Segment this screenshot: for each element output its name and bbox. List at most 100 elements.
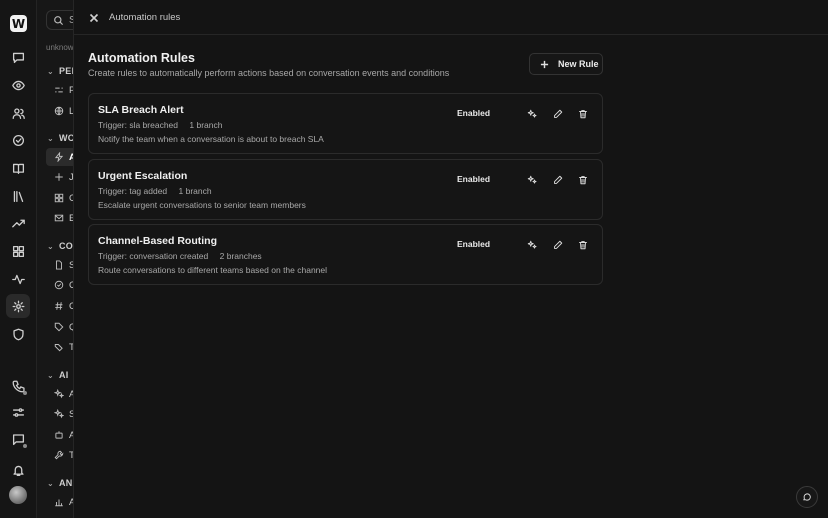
rule-card[interactable]: SLA Breach Alert Trigger: sla breached 1… <box>88 93 603 154</box>
message-square-icon[interactable] <box>8 429 28 449</box>
main-panel: Automation rules Automation Rules Create… <box>74 0 828 518</box>
rule-branches: 2 branches <box>219 251 262 261</box>
sidebar-item[interactable]: E <box>46 209 73 227</box>
sidebar-item[interactable]: T <box>46 338 73 356</box>
status-badge[interactable]: Enabled <box>457 239 490 249</box>
tag-icon <box>54 322 64 332</box>
rule-name: Channel-Based Routing <box>98 235 218 247</box>
trend-icon[interactable] <box>8 213 28 233</box>
rule-branches: 1 branch <box>178 186 212 196</box>
status-dot <box>23 444 27 448</box>
icon-rail: W <box>0 0 37 518</box>
search-icon <box>54 16 64 26</box>
chevron-down-icon: ⌄ <box>47 134 55 143</box>
sidebar-item[interactable]: A <box>46 426 73 444</box>
plus-icon <box>540 60 549 68</box>
rule-meta: Trigger: sla breached 1 branch <box>98 120 222 130</box>
rule-meta: Trigger: tag added 1 branch <box>98 186 212 196</box>
rule-card[interactable]: Urgent Escalation Trigger: tag added 1 b… <box>88 159 603 220</box>
library-icon[interactable] <box>8 186 28 206</box>
wrench-icon <box>54 450 64 460</box>
sparkles-icon <box>54 409 64 419</box>
edit-icon[interactable] <box>551 107 565 121</box>
avatar[interactable] <box>9 486 27 504</box>
zap-icon <box>54 152 64 162</box>
book-icon[interactable] <box>8 158 28 178</box>
ai-sparkle-icon[interactable] <box>525 107 539 121</box>
sidebar-item[interactable]: C <box>46 189 73 207</box>
app-logo[interactable]: W <box>10 15 27 32</box>
sidebar-item[interactable]: S <box>46 405 73 423</box>
eye-icon[interactable] <box>8 75 28 95</box>
section-header-con[interactable]: ⌄CON <box>47 241 73 251</box>
sidebar-item[interactable]: T <box>46 446 73 464</box>
bar-chart-icon <box>55 499 63 507</box>
tags-icon <box>54 344 63 352</box>
rule-trigger: Trigger: conversation created <box>98 251 209 261</box>
sliders-icon <box>55 87 63 93</box>
sidebar-item[interactable]: C <box>46 276 73 294</box>
chat-support-button[interactable] <box>796 486 818 508</box>
chevron-down-icon: ⌄ <box>47 479 55 488</box>
page-title: Automation Rules <box>88 51 195 65</box>
status-badge[interactable]: Enabled <box>457 174 490 184</box>
rule-branches: 1 branch <box>189 120 223 130</box>
new-rule-label: New Rule <box>558 59 599 69</box>
rule-card[interactable]: Channel-Based Routing Trigger: conversat… <box>88 224 603 285</box>
sliders-icon[interactable] <box>8 402 28 422</box>
sidebar-item[interactable]: Q <box>46 318 73 336</box>
page-subtitle: Create rules to automatically perform ac… <box>88 68 450 78</box>
users-icon[interactable] <box>8 103 28 123</box>
rule-meta: Trigger: conversation created 2 branches <box>98 251 262 261</box>
grid-icon <box>54 193 64 203</box>
sparkle-icon <box>55 173 63 181</box>
globe-icon <box>54 106 64 116</box>
ai-sparkle-icon[interactable] <box>525 238 539 252</box>
chevron-down-icon: ⌄ <box>47 242 55 251</box>
edit-icon[interactable] <box>551 173 565 187</box>
sidebar-item[interactable]: A <box>46 493 73 511</box>
sidebar-item[interactable]: J <box>46 168 73 186</box>
file-icon <box>56 260 62 270</box>
settings-icon[interactable] <box>6 294 30 318</box>
workspace-label: unknown <box>46 43 74 52</box>
check-circle-icon <box>54 280 64 290</box>
hash-icon <box>55 302 63 310</box>
check-circle-icon[interactable] <box>8 130 28 150</box>
sidebar-item[interactable]: P <box>46 81 73 99</box>
ai-sparkle-icon[interactable] <box>525 173 539 187</box>
edit-icon[interactable] <box>551 238 565 252</box>
bot-icon <box>55 431 63 439</box>
section-header-per[interactable]: ⌄PER <box>47 66 73 76</box>
activity-icon[interactable] <box>8 269 28 289</box>
sparkles-icon <box>54 389 64 399</box>
search-input[interactable]: S <box>46 10 73 30</box>
chevron-down-icon: ⌄ <box>47 371 55 380</box>
panel-title: Automation rules <box>109 12 181 23</box>
topbar: Automation rules <box>74 0 828 35</box>
delete-icon[interactable] <box>576 238 590 252</box>
new-rule-button[interactable]: New Rule <box>529 53 603 75</box>
delete-icon[interactable] <box>576 173 590 187</box>
mail-icon <box>54 214 64 222</box>
phone-icon[interactable] <box>8 376 28 396</box>
chevron-down-icon: ⌄ <box>47 67 55 76</box>
section-header-ai[interactable]: ⌄ AI <box>47 370 69 380</box>
sidebar-item[interactable]: C <box>46 297 73 315</box>
sidebar-item[interactable]: A <box>46 385 73 403</box>
delete-icon[interactable] <box>576 107 590 121</box>
shield-icon[interactable] <box>8 324 28 344</box>
sidebar-item[interactable]: S <box>46 256 73 274</box>
section-header-ana[interactable]: ⌄ANA <box>47 478 73 488</box>
grid-icon[interactable] <box>8 241 28 261</box>
rule-trigger: Trigger: sla breached <box>98 120 179 130</box>
section-header-wo[interactable]: ⌄ WO <box>47 133 73 143</box>
close-icon[interactable] <box>88 11 100 23</box>
sidebar-item[interactable]: L <box>46 102 73 120</box>
rule-description: Escalate urgent conversations to senior … <box>98 200 306 210</box>
status-badge[interactable]: Enabled <box>457 108 490 118</box>
rule-name: Urgent Escalation <box>98 170 188 182</box>
sidebar-item-automation[interactable]: A <box>46 148 73 166</box>
chat-icon[interactable] <box>8 47 28 67</box>
bell-icon[interactable] <box>8 460 28 480</box>
